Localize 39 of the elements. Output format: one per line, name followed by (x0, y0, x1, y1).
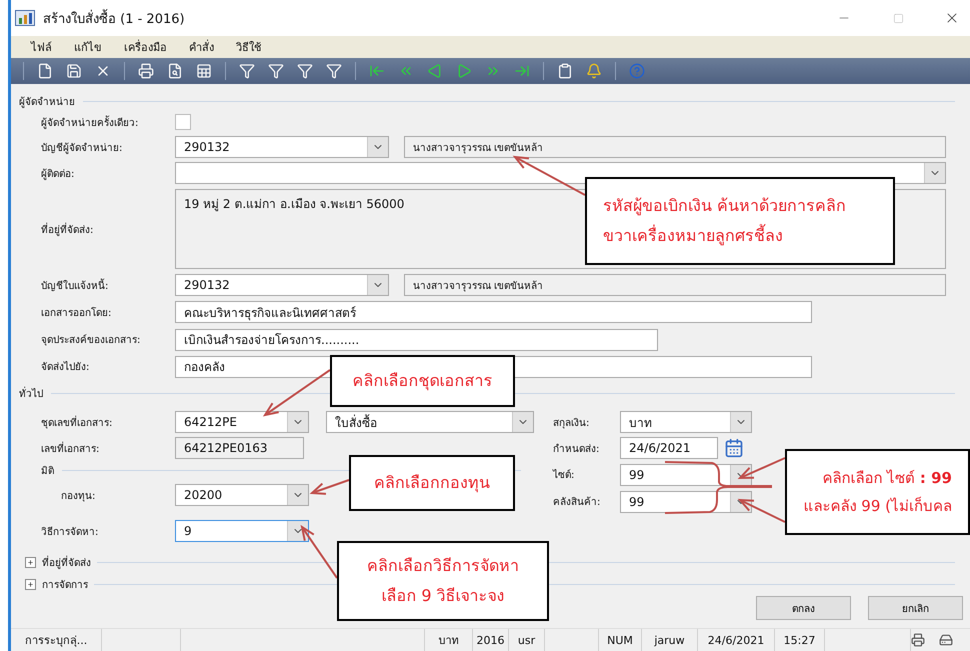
section-title: ที่อยู่ที่จัดส่ง (42, 554, 91, 570)
status-text: 15:27 (775, 629, 825, 651)
callout-text: เลือก 9 วิธีเจาะจง (381, 585, 505, 607)
field-label: บัญชีผู้จัดจำหน่าย: (41, 142, 124, 154)
section-title: ทั่วไป (19, 386, 43, 400)
status-text: 2016 (473, 629, 509, 651)
status-text: 24/6/2021 (698, 629, 775, 651)
field-label: กำหนดส่ง: (553, 442, 600, 456)
section-title: มิติ (41, 464, 54, 478)
field-label: จุดประสงค์ของเอกสาร: (41, 333, 142, 347)
name-field: นางสาวจารุวรรณ เขตขันหล้า (404, 274, 946, 296)
field-label: เลขที่เอกสาร: (41, 440, 100, 456)
status-text: NUM (599, 629, 642, 651)
callout-text: รหัสผู้ขอเบิกเงิน ค้นหาด้วยการคลิก (603, 195, 846, 218)
callout-text: คลิกเลือก ไซต์ : 99 (822, 468, 952, 488)
section-title: การจัดการ (42, 578, 88, 592)
status-text: jaruw (642, 629, 698, 651)
status-text: บาท (425, 629, 473, 651)
section-title: ผู้จัดจำหน่าย (19, 96, 75, 108)
callout-text: ขวาเครื่องหมายลูกศรชี้ลง (603, 224, 783, 248)
name-field: นางสาวจารุวรรณ เขตขันหล้า (404, 136, 946, 158)
field-label: คลังสินค้า: (553, 496, 602, 509)
field-label: ผู้ติดต่อ: (41, 168, 76, 180)
callout-text: คลิกเลือกกองทุน (374, 472, 490, 494)
callout-text: และคลัง 99 (ไม่เก็บคล (804, 496, 952, 517)
field-label: กองทุน: (61, 490, 96, 502)
status-text: การระบุกลุ่... (11, 629, 102, 651)
field-label: เอกสารออกโดย: (41, 306, 112, 320)
field-label: จัดส่งไปยัง: (41, 360, 90, 374)
field-label: บัญชีใบแจ้งหนี้: (41, 278, 110, 292)
status-text: usr (509, 629, 545, 651)
window-title: สร้างใบสั่งซื้อ (1 - 2016) (43, 8, 813, 28)
field-label: ผู้จัดจำหน่ายครั้งเดียว: (41, 114, 140, 130)
field-label: ที่อยู่ที่จัดส่ง: (41, 222, 94, 236)
field-label: ไซต์: (553, 468, 576, 482)
field-label: สกุลเงิน: (553, 416, 590, 430)
field-label: ชุดเลขที่เอกสาร: (41, 414, 114, 430)
callout-text: คลิกเลือกวิธีการจัดหา (367, 555, 519, 577)
field-label: วิธีการจัดหา: (41, 526, 100, 538)
